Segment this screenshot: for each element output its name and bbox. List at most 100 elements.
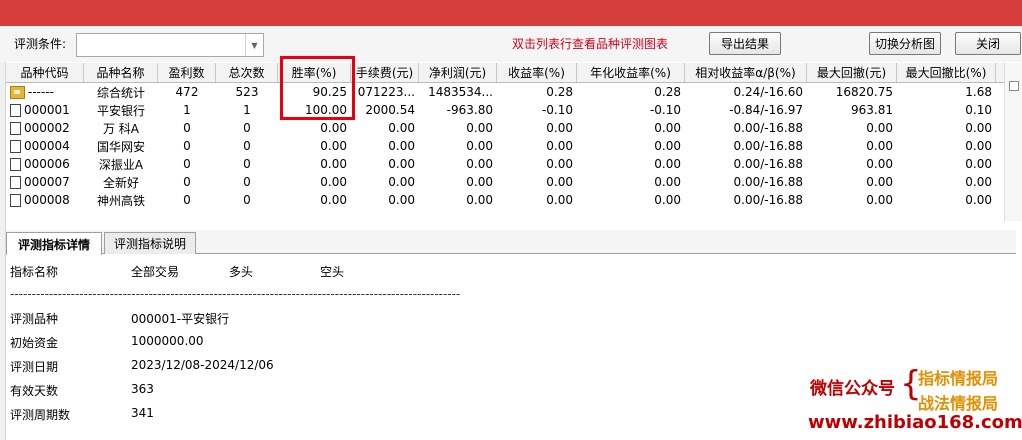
cell-total: 1	[243, 103, 251, 117]
cell-total: 0	[243, 157, 251, 171]
cell-ann: 0.28	[654, 85, 681, 99]
cell-dd: 0.00	[866, 157, 893, 171]
cell-fee: 0.00	[388, 157, 415, 171]
cell-dd: 0.00	[866, 139, 893, 153]
table-row[interactable]: ------ 综合统计 472 523 90.25 071223... 1483534...…	[6, 83, 1004, 101]
cell-code-text: ------	[28, 85, 54, 99]
detail-key: 初始资金	[10, 336, 59, 350]
cell-dd: 0.00	[866, 193, 893, 207]
cell-ret: 0.00	[546, 175, 573, 189]
column-header[interactable]: 品种名称	[84, 63, 158, 82]
cell-win: 1	[183, 103, 191, 117]
close-button[interactable]: 关闭	[955, 32, 1021, 55]
cell-ret: 0.28	[546, 85, 573, 99]
cell-code: 000006	[6, 155, 84, 173]
tab-indicator-detail[interactable]: 评测指标详情	[6, 232, 102, 255]
cell-rel: -0.84/-16.97	[729, 103, 803, 117]
chevron-down-icon[interactable]: ▼	[245, 34, 263, 56]
cell-ann: 0.00	[654, 175, 681, 189]
cell-net: 0.00	[466, 157, 493, 171]
cell-rate: 0.00	[320, 193, 347, 207]
column-header[interactable]: 总次数	[216, 63, 278, 82]
watermark-name-2: 战法情报局	[918, 394, 999, 413]
cell-code-text: 000004	[24, 139, 70, 153]
scrollbar-thumb[interactable]	[1009, 81, 1019, 91]
switch-chart-button[interactable]: 切换分析图	[869, 32, 941, 55]
cell-name: 万 科A	[102, 121, 140, 136]
cell-code: 000001	[6, 101, 84, 119]
column-header[interactable]: 收益率(%)	[497, 63, 577, 82]
detail-key: 有效天数	[10, 384, 59, 398]
table-row[interactable]: 000004 国华网安 0 0 0.00 0.00 0.00 0.00 0.00 0.00/-16…	[6, 137, 1004, 155]
document-icon	[10, 139, 21, 153]
cell-ddr: 0.00	[965, 139, 992, 153]
cell-dd: 963.81	[851, 103, 893, 117]
document-icon	[10, 121, 21, 135]
cell-total: 0	[243, 193, 251, 207]
cell-dd: 16820.75	[835, 85, 893, 99]
cell-code: 000007	[6, 173, 84, 191]
column-header[interactable]: 相对收益率α/β(%)	[685, 63, 807, 82]
condition-label: 评测条件:	[14, 37, 67, 51]
cell-ann: 0.00	[654, 121, 681, 135]
column-header[interactable]: 最大回撤(元)	[807, 63, 897, 82]
table-row[interactable]: 000002 万 科A 0 0 0.00 0.00 0.00 0.00 0.00 0.00/-16…	[6, 119, 1004, 137]
detail-value: 2023/12/08-2024/12/06	[131, 358, 274, 372]
watermark-name-1: 指标情报局	[918, 369, 999, 388]
cell-win: 0	[183, 175, 191, 189]
table-row[interactable]: 000008 神州高铁 0 0 0.00 0.00 0.00 0.00 0.00 0.00/-16…	[6, 191, 1004, 209]
detail-value: 363	[131, 382, 154, 396]
cell-ret: 0.00	[546, 139, 573, 153]
cell-net: 0.00	[466, 175, 493, 189]
table-row[interactable]: 000001 平安银行 1 1 100.00 2000.54 -963.80 -0.10 -0.…	[6, 101, 1004, 119]
cell-code-text: 000002	[24, 121, 70, 135]
detail-header-short: 空头	[320, 265, 345, 279]
detail-key: 评测日期	[10, 360, 59, 374]
cell-fee: 0.00	[388, 139, 415, 153]
detail-header-name: 指标名称	[10, 265, 59, 279]
column-header[interactable]: 胜率(%)	[278, 63, 351, 82]
cell-net: 0.00	[466, 193, 493, 207]
cell-rate: 0.00	[320, 157, 347, 171]
column-header[interactable]: 盈利数	[158, 63, 216, 82]
cell-name: 神州高铁	[96, 193, 145, 208]
vertical-scrollbar[interactable]	[1004, 63, 1022, 221]
cell-fee: 0.00	[388, 193, 415, 207]
export-button[interactable]: 导出结果	[709, 32, 781, 55]
cell-fee: 0.00	[388, 121, 415, 135]
cell-name: 平安银行	[96, 103, 145, 118]
cell-ddr: 0.10	[965, 103, 992, 117]
column-header[interactable]: 手续费(元)	[351, 63, 419, 82]
document-icon	[10, 157, 21, 171]
tab-indicator-description[interactable]: 评测指标说明	[104, 232, 196, 254]
detail-header-long: 多头	[229, 265, 254, 279]
results-table: 品种代码 品种名称 盈利数 总次数 胜率(%) 手续费(元) 净利润(元) 收益…	[6, 63, 1004, 221]
cell-ddr: 1.68	[965, 85, 992, 99]
column-header[interactable]: 最大回撤比(%)	[897, 63, 996, 82]
cell-win: 0	[183, 121, 191, 135]
column-header[interactable]: 年化收益率(%)	[577, 63, 685, 82]
cell-ret: 0.00	[546, 193, 573, 207]
cell-rel: 0.00/-16.88	[733, 139, 803, 153]
cell-rel: 0.24/-16.60	[733, 85, 803, 99]
cell-ddr: 0.00	[965, 121, 992, 135]
column-header[interactable]: 净利润(元)	[419, 63, 497, 82]
toolbar: 评测条件: ▼ 双击列表行查看品种评测图表 导出结果 切换分析图 关闭	[0, 26, 1022, 62]
detail-value: 1000000.00	[131, 334, 204, 348]
detail-value: 341	[131, 406, 154, 420]
cell-dd: 0.00	[866, 175, 893, 189]
condition-combobox[interactable]: ▼	[76, 33, 264, 57]
table-row[interactable]: 000007 全新好 0 0 0.00 0.00 0.00 0.00 0.00 0.00/-16.…	[6, 173, 1004, 191]
cell-name: 综合统计	[96, 85, 145, 100]
cell-code: 000008	[6, 191, 84, 209]
cell-fee: 0.00	[388, 175, 415, 189]
cell-code-text: 000006	[24, 157, 70, 171]
column-header[interactable]: 品种代码	[6, 63, 84, 82]
cell-net: -963.80	[446, 103, 493, 117]
cell-rel: 0.00/-16.88	[733, 121, 803, 135]
cell-code-text: 000008	[24, 193, 70, 207]
cell-ann: 0.00	[654, 157, 681, 171]
table-row[interactable]: 000006 深振业A 0 0 0.00 0.00 0.00 0.00 0.00 0.00/-16…	[6, 155, 1004, 173]
document-icon	[10, 103, 21, 117]
cell-net: 1483534...	[428, 85, 493, 99]
